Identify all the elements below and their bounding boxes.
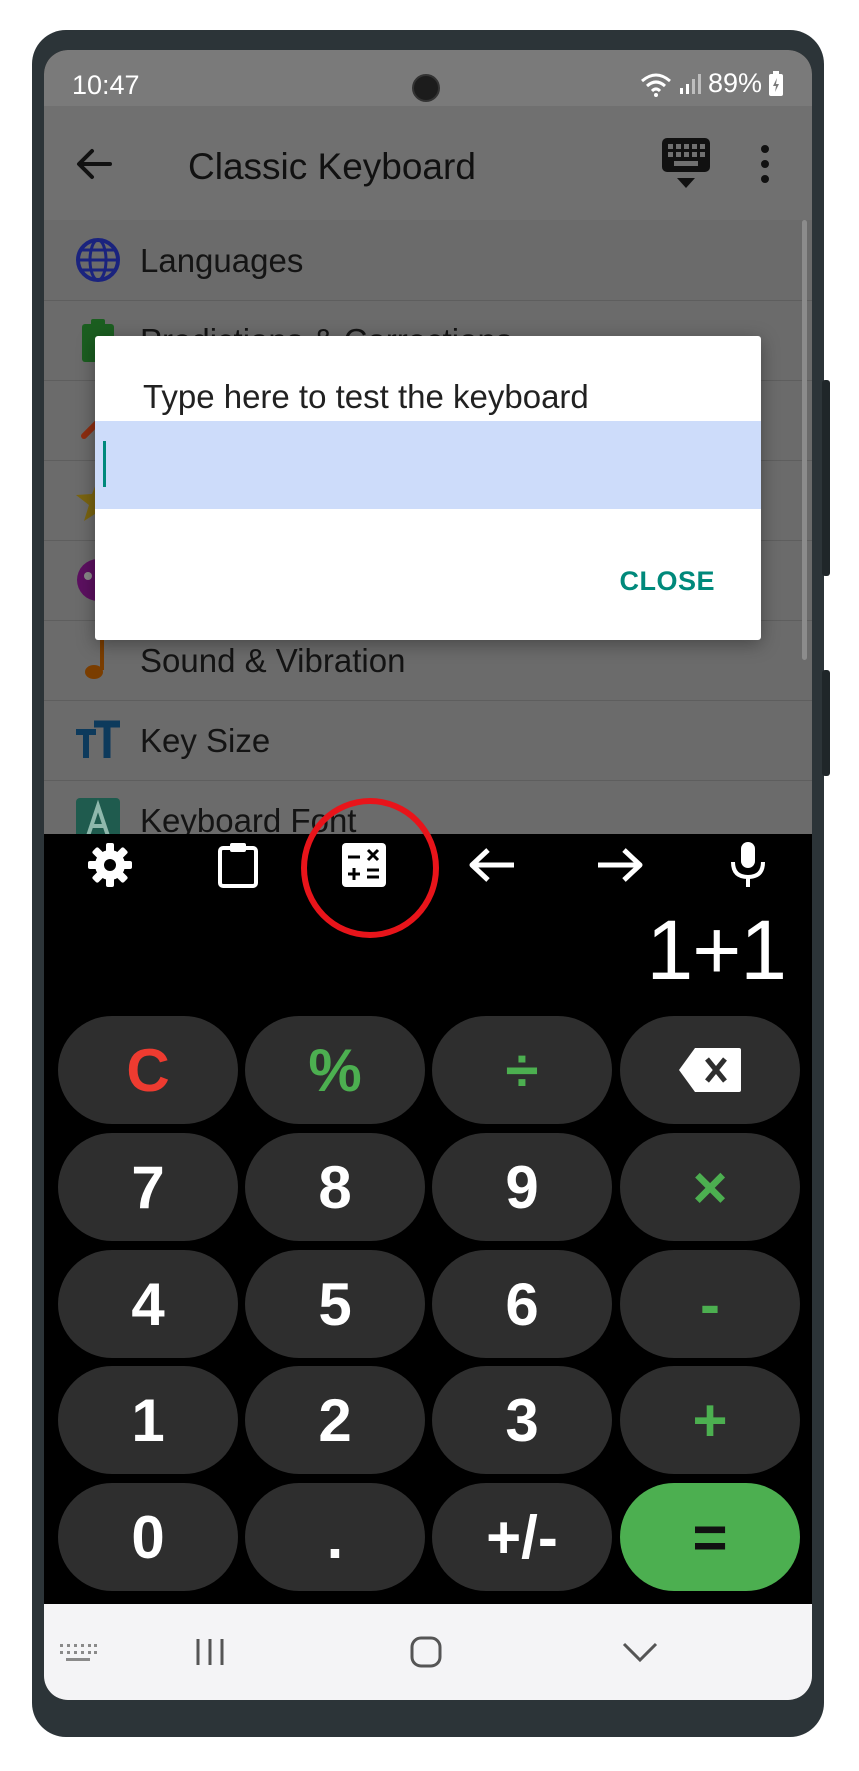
phone-screen: 10:47 89% Classic Keyboard Languages Sou… bbox=[44, 50, 812, 1700]
keyboard-switch-icon[interactable] bbox=[48, 1624, 108, 1680]
battery-percent: 89% bbox=[707, 68, 762, 98]
status-bar: 10:47 89% bbox=[44, 50, 812, 106]
close-button[interactable]: CLOSE bbox=[619, 566, 715, 597]
text-cursor bbox=[103, 441, 106, 487]
more-vert-icon[interactable] bbox=[758, 142, 772, 186]
test-input-field[interactable] bbox=[95, 421, 761, 509]
divide-key[interactable]: ÷ bbox=[432, 1016, 612, 1124]
plus-key[interactable]: + bbox=[620, 1366, 800, 1474]
wifi-icon bbox=[640, 73, 671, 97]
decimal-key[interactable]: . bbox=[245, 1483, 425, 1591]
app-bar: Classic Keyboard bbox=[44, 106, 812, 220]
percent-key[interactable]: % bbox=[245, 1016, 425, 1124]
settings-item-key-size[interactable]: Key Size bbox=[44, 700, 812, 781]
phone-power-button bbox=[822, 670, 830, 776]
settings-item-label: Languages bbox=[140, 242, 304, 279]
sign-toggle-key[interactable]: +/- bbox=[432, 1483, 612, 1591]
test-keyboard-dialog: Type here to test the keyboard CLOSE bbox=[95, 336, 761, 640]
battery-charging-icon bbox=[769, 70, 783, 96]
music-note-icon bbox=[85, 640, 104, 679]
front-camera bbox=[412, 74, 440, 102]
page-title: Classic Keyboard bbox=[188, 146, 476, 187]
settings-item-label: Sound & Vibration bbox=[140, 642, 406, 679]
minus-key[interactable]: - bbox=[620, 1250, 800, 1358]
arrow-right-icon[interactable] bbox=[592, 838, 648, 892]
text-size-icon bbox=[76, 720, 120, 758]
keyboard-hide-icon[interactable] bbox=[660, 136, 712, 190]
digit-6-key[interactable]: 6 bbox=[432, 1250, 612, 1358]
scrollbar[interactable] bbox=[802, 220, 807, 660]
arrow-left-icon[interactable] bbox=[464, 838, 520, 892]
recent-apps-icon[interactable] bbox=[180, 1624, 240, 1680]
digit-2-key[interactable]: 2 bbox=[245, 1366, 425, 1474]
calculator-display: 1+1 bbox=[646, 903, 787, 997]
settings-gear-icon[interactable] bbox=[82, 838, 138, 892]
globe-icon bbox=[76, 238, 120, 282]
digit-9-key[interactable]: 9 bbox=[432, 1133, 612, 1241]
highlight-annotation-circle bbox=[301, 798, 439, 938]
digit-7-key[interactable]: 7 bbox=[58, 1133, 238, 1241]
system-nav-bar bbox=[44, 1604, 812, 1700]
signal-icon bbox=[679, 73, 701, 94]
digit-3-key[interactable]: 3 bbox=[432, 1366, 612, 1474]
backspace-key[interactable] bbox=[620, 1016, 800, 1124]
clipboard-icon[interactable] bbox=[210, 838, 266, 892]
status-icons: 89% bbox=[640, 68, 784, 99]
digit-5-key[interactable]: 5 bbox=[245, 1250, 425, 1358]
settings-item-languages[interactable]: Languages bbox=[44, 220, 812, 301]
digit-4-key[interactable]: 4 bbox=[58, 1250, 238, 1358]
hide-keyboard-chevron-icon[interactable] bbox=[610, 1624, 670, 1680]
equals-key[interactable]: = bbox=[620, 1483, 800, 1591]
microphone-icon[interactable] bbox=[720, 838, 776, 892]
settings-item-label: Key Size bbox=[140, 722, 271, 759]
phone-volume-button bbox=[822, 380, 830, 576]
back-arrow-icon[interactable] bbox=[72, 142, 116, 186]
home-icon[interactable] bbox=[396, 1624, 456, 1680]
backspace-icon bbox=[679, 1048, 741, 1092]
multiply-key[interactable]: × bbox=[620, 1133, 800, 1241]
digit-1-key[interactable]: 1 bbox=[58, 1366, 238, 1474]
digit-0-key[interactable]: 0 bbox=[58, 1483, 238, 1591]
digit-8-key[interactable]: 8 bbox=[245, 1133, 425, 1241]
dialog-title: Type here to test the keyboard bbox=[143, 378, 589, 415]
clear-key[interactable]: C bbox=[58, 1016, 238, 1124]
status-time: 10:47 bbox=[72, 70, 140, 100]
